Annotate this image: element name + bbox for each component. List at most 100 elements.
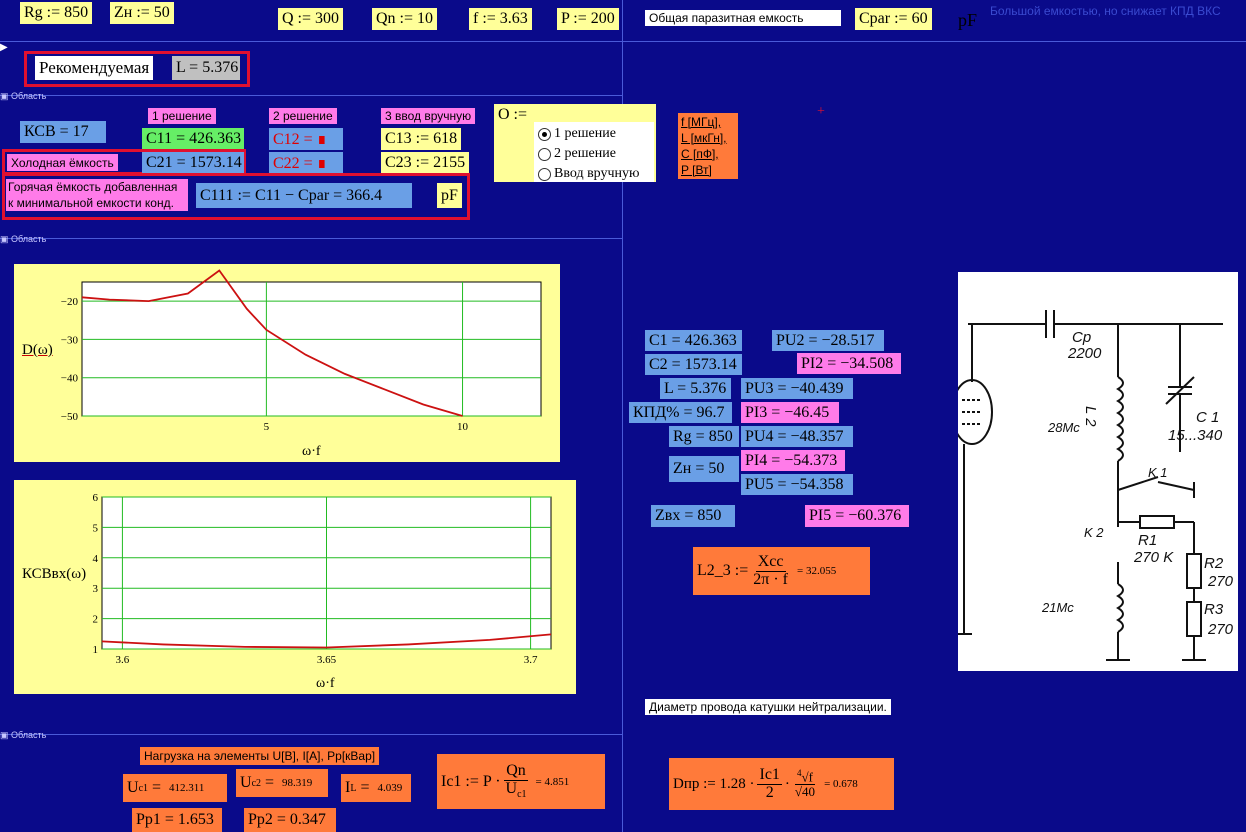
result-c2[interactable]: C2 = 1573.14 xyxy=(645,354,742,375)
recommended-label: Рекомендуемая xyxy=(35,56,154,80)
expand-arrow-icon[interactable]: ▶ xyxy=(0,42,8,53)
load-label: Нагрузка на элементы U[B], I[A], Pp[кВар… xyxy=(140,747,380,765)
svg-text:270: 270 xyxy=(1207,573,1234,590)
c23-def[interactable]: C23 := 2155 xyxy=(381,152,470,174)
pf-label: pF xyxy=(437,183,462,208)
l23-fraction: Xcc 2π · f xyxy=(751,552,790,589)
option-label: 1 решение xyxy=(554,126,616,141)
option-solution2[interactable]: 2 решение xyxy=(538,144,650,164)
x-tick-label: 3.7 xyxy=(524,654,538,666)
result-pu4[interactable]: PU4 = −48.357 xyxy=(741,426,853,447)
parasitic-label: Общая паразитная емкость xyxy=(645,10,841,26)
svg-text:Cp: Cp xyxy=(1072,329,1091,346)
option-solution1[interactable]: 1 решение xyxy=(538,124,650,144)
l23-num: Xcc xyxy=(755,552,786,572)
result-pi3[interactable]: PI3 = −46.45 xyxy=(741,402,839,423)
y-tick-label: −40 xyxy=(61,373,79,385)
option-label: Ввод вручную xyxy=(554,166,640,181)
x-tick-label: 3.65 xyxy=(317,654,337,666)
solution2-label: 2 решение xyxy=(269,108,337,124)
plot-kcv[interactable]: 3.6 3.65 3.7 1 2 3 4 5 6 КСВвх(ω) ω·f xyxy=(14,480,576,694)
ic1-lhs: Ic1 := P · xyxy=(441,772,501,790)
svg-text:15...340: 15...340 xyxy=(1168,427,1223,444)
note-text: Большой емкостью, но снижает КПД ВКС xyxy=(990,4,1221,18)
uc2-value[interactable]: Uc2 = 98.319 xyxy=(236,769,328,797)
dpr-den: 2 xyxy=(765,783,774,801)
plot2-ylabel: КСВвх(ω) xyxy=(22,566,87,582)
hot-label-line2: к минимальной емкости конд. xyxy=(8,196,174,210)
unit-f: f [МГц], xyxy=(681,115,722,129)
result-zbx[interactable]: Zвх = 850 xyxy=(651,505,735,527)
pp2-value[interactable]: Pp2 = 0.347 xyxy=(244,808,336,832)
q-def[interactable]: Q := 300 xyxy=(278,8,344,30)
plot-d-omega[interactable]: 5 10 −20 −30 −40 −50 D(ω) ω·f xyxy=(14,264,560,462)
result-pu2[interactable]: PU2 = −28.517 xyxy=(772,330,884,351)
result-pi2[interactable]: PI2 = −34.508 xyxy=(797,353,901,374)
cold-label: Холодная ёмкость xyxy=(7,154,118,171)
schematic-drawing: Cp2200 C 115...340 28Mc L 2 K 1 K 2 R127… xyxy=(951,310,1234,661)
region-collapse-icon[interactable]: ▣ Область xyxy=(0,91,46,102)
qn-def[interactable]: Qn := 10 xyxy=(372,8,438,30)
svg-text:C 1: C 1 xyxy=(1196,409,1219,426)
result-c1[interactable]: C1 = 426.363 xyxy=(645,330,742,351)
c111-value[interactable]: C111 := C11 − Cpar = 366.4 xyxy=(196,183,412,208)
cpar-def[interactable]: Cpar := 60 xyxy=(855,8,932,30)
region-collapse-icon[interactable]: ▣ Область xyxy=(0,234,46,245)
kcv-value[interactable]: КСВ = 17 xyxy=(20,121,106,143)
result-pu3[interactable]: PU3 = −40.439 xyxy=(741,378,853,399)
ic1-fraction: Qn Uc1 xyxy=(504,762,529,800)
recommended-l[interactable]: L = 5.376 xyxy=(172,56,240,80)
wire-diameter-label: Диаметр провода катушки нейтрализации. xyxy=(645,699,891,715)
result-pi5[interactable]: PI5 = −60.376 xyxy=(805,505,909,527)
c11-value[interactable]: C11 = 426.363 xyxy=(142,128,244,150)
result-pu5[interactable]: PU5 = −54.358 xyxy=(741,474,853,495)
options-list: 1 решение 2 решение Ввод вручную xyxy=(534,122,654,182)
result-pi4[interactable]: PI4 = −54.373 xyxy=(741,450,845,471)
l23-formula[interactable]: L2_3 := Xcc 2π · f = 32.055 xyxy=(693,547,870,595)
y-tick-label: 4 xyxy=(93,553,99,565)
svg-text:21Mc: 21Mc xyxy=(1041,600,1074,615)
plot-d-omega-svg: 5 10 −20 −30 −40 −50 xyxy=(61,269,542,433)
l23-lhs: L2_3 := xyxy=(697,562,749,579)
result-l[interactable]: L = 5.376 xyxy=(660,378,731,399)
x-tick-label: 5 xyxy=(264,421,270,433)
result-rg[interactable]: Rg = 850 xyxy=(669,426,739,447)
pp1-value[interactable]: Pp1 = 1.653 xyxy=(132,808,222,832)
zn-def[interactable]: Zн := 50 xyxy=(110,2,174,24)
radio-selected-icon[interactable] xyxy=(538,127,551,141)
hot-label-line1: Горячая ёмкость добавленная xyxy=(8,180,178,194)
page-divider-1 xyxy=(0,41,1246,42)
ic1-formula[interactable]: Ic1 := P · Qn Uc1 = 4.851 xyxy=(437,754,605,809)
ic1-den: Uc1 xyxy=(505,779,527,800)
p-def[interactable]: P := 200 xyxy=(557,8,619,30)
hot-label: Горячая ёмкость добавленная к минимально… xyxy=(6,179,188,211)
x-tick-label: 3.6 xyxy=(116,654,130,666)
radio-icon[interactable] xyxy=(538,147,551,161)
solution3-label: 3 ввод вручную xyxy=(381,108,476,124)
solution1-label: 1 решение xyxy=(148,108,216,124)
dpr-lhs: Dпр := 1.28 · xyxy=(673,775,755,792)
units-box: f [МГц], L [мкГн], C [пФ], P [Вт] xyxy=(678,113,738,179)
il-number: 4.039 xyxy=(377,782,403,794)
region-line-2 xyxy=(0,238,622,239)
svg-text:L 2: L 2 xyxy=(1082,406,1099,427)
c22-value[interactable]: C22 = ∎ xyxy=(269,152,343,174)
il-value[interactable]: IL = 4.039 xyxy=(341,774,411,802)
rg-def[interactable]: Rg := 850 xyxy=(20,2,93,24)
result-kpd[interactable]: КПД% = 96.7 xyxy=(629,402,732,423)
svg-text:R1: R1 xyxy=(1138,532,1157,549)
f-def[interactable]: f := 3.63 xyxy=(469,8,532,30)
radio-icon[interactable] xyxy=(538,167,551,181)
option-manual[interactable]: Ввод вручную xyxy=(538,164,650,184)
c21-value[interactable]: C21 = 1573.14 xyxy=(142,152,244,174)
c13-def[interactable]: C13 := 618 xyxy=(381,128,462,150)
y-tick-label: 3 xyxy=(93,583,99,595)
region-line-1 xyxy=(0,95,622,96)
ic1-value: = 4.851 xyxy=(535,775,570,788)
plot-kcv-svg: 3.6 3.65 3.7 1 2 3 4 5 6 xyxy=(93,492,552,666)
region-collapse-icon[interactable]: ▣ Область xyxy=(0,730,46,741)
c12-value[interactable]: C12 = ∎ xyxy=(269,128,343,150)
result-zn[interactable]: Zн = 50 xyxy=(669,456,739,482)
dpr-formula[interactable]: Dпр := 1.28 · Ic1 2 · 4√f √40 = 0.678 xyxy=(669,758,894,810)
uc1-value[interactable]: Uc1 = 412.311 xyxy=(123,774,227,802)
